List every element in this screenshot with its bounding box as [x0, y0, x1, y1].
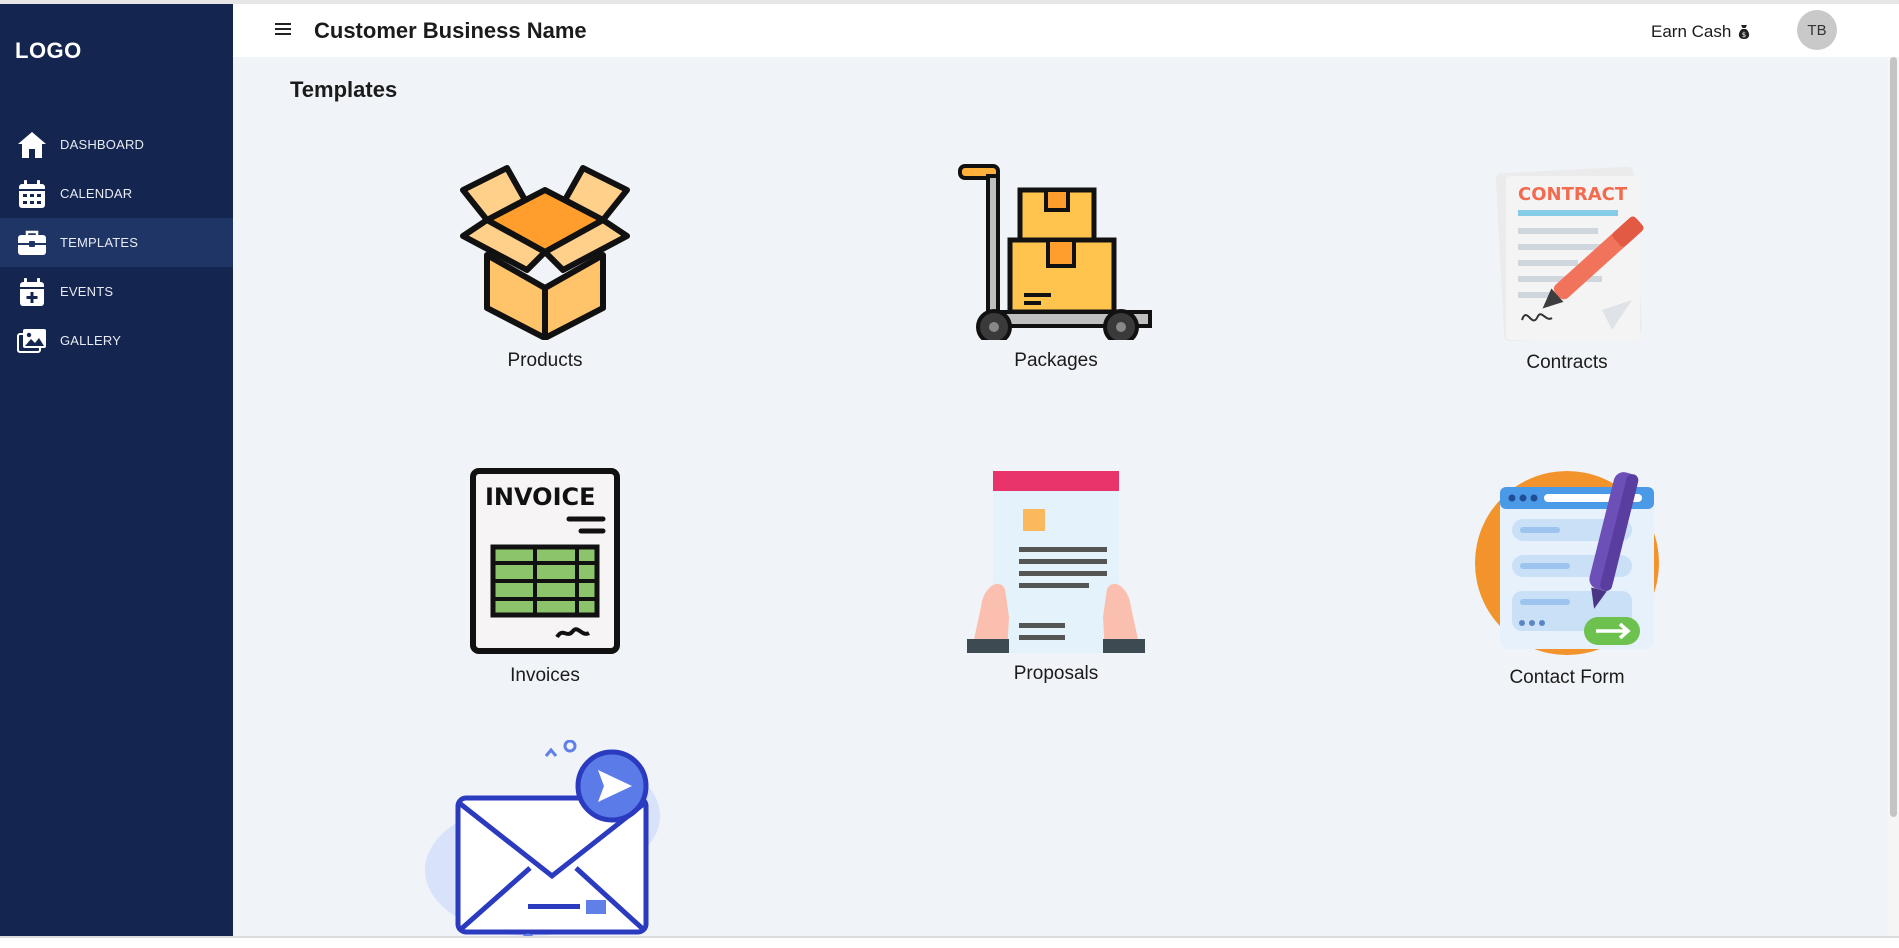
template-card-label: Packages [1014, 350, 1098, 371]
template-card-products[interactable]: Products [405, 160, 685, 372]
logo[interactable]: LOGO [15, 38, 82, 64]
template-card-label: Products [507, 350, 583, 371]
sidebar-item-label: DASHBOARD [60, 137, 145, 152]
template-card-invoices[interactable]: INVOICE Invoices [405, 467, 685, 687]
invoice-icon: INVOICE [470, 468, 620, 654]
scrollbar[interactable] [1888, 57, 1899, 938]
template-card-label: Contact Form [1509, 667, 1625, 688]
sidebar-item-label: CALENDAR [60, 186, 133, 201]
earn-cash-link[interactable]: Earn Cash $ [1651, 22, 1751, 42]
template-card-packages[interactable]: Packages [916, 160, 1196, 372]
sidebar: LOGO DASHBOARD CALENDAR TEMPLATES EVENTS… [0, 4, 233, 938]
avatar[interactable]: TB [1797, 10, 1837, 50]
calendar-plus-icon [20, 277, 44, 306]
template-card-contracts[interactable]: CONTRACT Contracts [1427, 160, 1707, 374]
main-content: Templates Products Packages CONTRACT Con… [233, 57, 1888, 938]
money-bag-icon: $ [1739, 25, 1750, 39]
svg-text:CONTRACT: CONTRACT [1518, 184, 1628, 205]
hand-truck-icon [958, 164, 1152, 340]
sidebar-item-calendar[interactable]: CALENDAR [0, 169, 233, 218]
home-icon [18, 131, 46, 158]
template-card-label: Contracts [1526, 352, 1608, 373]
svg-text:INVOICE: INVOICE [485, 483, 596, 511]
sidebar-item-gallery[interactable]: GALLERY [0, 316, 233, 365]
template-card-email[interactable] [405, 740, 685, 948]
gallery-icon [17, 328, 46, 353]
calendar-icon [19, 179, 45, 208]
contract-icon: CONTRACT [1495, 166, 1644, 342]
template-card-label: Invoices [510, 665, 580, 686]
sidebar-item-dashboard[interactable]: DASHBOARD [0, 120, 233, 169]
open-box-icon [460, 165, 630, 340]
sidebar-item-label: EVENTS [60, 284, 114, 299]
top-bar: Customer Business Name Earn Cash $ TB [233, 4, 1899, 57]
template-card-contact-form[interactable]: Contact Form [1427, 467, 1707, 689]
sidebar-item-templates[interactable]: TEMPLATES [0, 218, 233, 267]
template-card-label: Proposals [1013, 663, 1099, 684]
business-name: Customer Business Name [314, 18, 587, 43]
scrollbar-thumb[interactable] [1890, 57, 1897, 817]
sidebar-item-label: GALLERY [60, 333, 122, 348]
proposal-icon [967, 471, 1145, 653]
template-card-proposals[interactable]: Proposals [916, 467, 1196, 685]
sidebar-item-label: TEMPLATES [60, 235, 139, 250]
hamburger-menu-icon[interactable] [275, 20, 291, 40]
sidebar-item-events[interactable]: EVENTS [0, 267, 233, 316]
page-title: Templates [290, 77, 398, 102]
sidebar-nav: DASHBOARD CALENDAR TEMPLATES EVENTS GALL… [0, 120, 233, 365]
svg-text:$: $ [1742, 31, 1746, 39]
contact-form-icon [1475, 471, 1659, 655]
earn-cash-label: Earn Cash [1651, 22, 1732, 41]
email-send-icon [425, 740, 660, 938]
briefcase-icon [18, 230, 46, 255]
